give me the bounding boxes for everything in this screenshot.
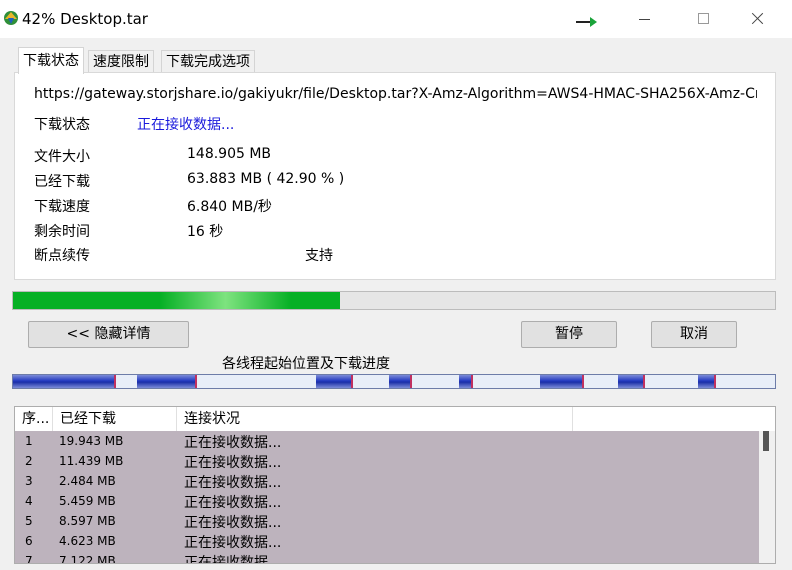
thread-segment-end-marker: [113, 375, 116, 388]
thread-segment-end-marker: [642, 375, 645, 388]
thread-segment-end-marker: [713, 375, 716, 388]
list-rows: 1 19.943 MB 正在接收数据... 2 11.439 MB 正在接收数据…: [15, 431, 759, 563]
thread-segment: [388, 375, 413, 388]
table-row[interactable]: 1 19.943 MB 正在接收数据...: [15, 431, 759, 451]
row-status: 正在接收数据...: [184, 435, 282, 451]
thread-segment: [618, 375, 645, 388]
row-downloaded: 8.597 MB: [59, 514, 116, 528]
resume-value: 支持: [305, 248, 333, 264]
speed-value: 6.840 MB/秒: [187, 199, 272, 215]
row-status: 正在接收数据...: [184, 555, 282, 564]
file-size-value: 148.905 MB: [187, 146, 272, 162]
thread-segment-end-marker: [350, 375, 353, 388]
speed-label: 下载速度: [34, 199, 90, 215]
row-number: 3: [25, 474, 33, 488]
row-status: 正在接收数据...: [184, 515, 282, 531]
row-number: 4: [25, 494, 33, 508]
remaining-time-value: 16 秒: [187, 224, 224, 240]
download-url: https://gateway.storjshare.io/gakiyukr/f…: [34, 86, 757, 102]
remaining-time-label: 剩余时间: [34, 224, 90, 240]
maximize-icon[interactable]: [682, 0, 728, 38]
scrollbar-thumb[interactable]: [763, 431, 769, 451]
row-status: 正在接收数据...: [184, 475, 282, 491]
hide-details-button[interactable]: << 隐藏详情: [28, 321, 189, 348]
row-status: 正在接收数据...: [184, 535, 282, 551]
column-header-downloaded[interactable]: 已经下载: [53, 407, 177, 431]
thread-segment-end-marker: [194, 375, 197, 388]
table-row[interactable]: 2 11.439 MB 正在接收数据...: [15, 451, 759, 471]
downloaded-label: 已经下载: [34, 174, 90, 190]
minimize-icon[interactable]: [626, 0, 672, 38]
download-progress-bar: [12, 291, 776, 310]
thread-segment-end-marker: [581, 375, 584, 388]
table-row[interactable]: 4 5.459 MB 正在接收数据...: [15, 491, 759, 511]
window-title: 42% Desktop.tar: [22, 10, 148, 28]
tab-completion-options[interactable]: 下载完成选项: [161, 50, 255, 73]
table-row[interactable]: 3 2.484 MB 正在接收数据...: [15, 471, 759, 491]
row-number: 2: [25, 454, 33, 468]
thread-segment-end-marker: [471, 375, 474, 388]
thread-segment-end-marker: [410, 375, 413, 388]
table-row[interactable]: 6 4.623 MB 正在接收数据...: [15, 531, 759, 551]
thread-progress-bar: [12, 374, 776, 389]
pause-button[interactable]: 暂停: [521, 321, 617, 348]
thread-segment: [137, 375, 197, 388]
connection-list: 序... 已经下载 连接状况 1 19.943 MB 正在接收数据... 2 1…: [14, 406, 776, 564]
thread-segment: [316, 375, 353, 388]
vertical-scrollbar[interactable]: [759, 431, 775, 563]
row-downloaded: 19.943 MB: [59, 434, 124, 448]
row-downloaded: 7.122 MB: [59, 554, 116, 564]
threads-caption: 各线程起始位置及下载进度: [222, 356, 390, 372]
idm-globe-icon[interactable]: [2, 9, 20, 27]
table-row[interactable]: 5 8.597 MB 正在接收数据...: [15, 511, 759, 531]
tab-download-status[interactable]: 下载状态: [18, 47, 84, 74]
row-downloaded: 11.439 MB: [59, 454, 124, 468]
download-info-panel: https://gateway.storjshare.io/gakiyukr/f…: [14, 72, 776, 280]
close-icon[interactable]: [740, 0, 786, 38]
row-status: 正在接收数据...: [184, 455, 282, 471]
file-size-label: 文件大小: [34, 149, 90, 165]
list-header: 序... 已经下载 连接状况: [15, 407, 775, 431]
row-status: 正在接收数据...: [184, 495, 282, 511]
thread-segment: [539, 375, 584, 388]
title-bar: 42% Desktop.tar: [0, 0, 792, 38]
row-number: 6: [25, 534, 33, 548]
tab-speed-limit[interactable]: 速度限制: [88, 50, 154, 73]
resume-label: 断点续传: [34, 248, 90, 264]
progress-fill: [13, 292, 340, 309]
row-downloaded: 2.484 MB: [59, 474, 116, 488]
status-label: 下载状态: [34, 117, 90, 133]
table-row[interactable]: 7 7.122 MB 正在接收数据...: [15, 551, 759, 564]
column-header-empty[interactable]: [573, 407, 775, 431]
row-number: 1: [25, 434, 33, 448]
row-number: 7: [25, 554, 33, 564]
status-value: 正在接收数据...: [137, 117, 235, 133]
thread-segment: [13, 375, 116, 388]
row-number: 5: [25, 514, 33, 528]
green-arrow-icon: [576, 17, 597, 27]
downloaded-value: 63.883 MB ( 42.90 % ): [187, 171, 345, 187]
row-downloaded: 5.459 MB: [59, 494, 116, 508]
cancel-button[interactable]: 取消: [651, 321, 737, 348]
column-header-number[interactable]: 序...: [15, 407, 53, 431]
column-header-connection-status[interactable]: 连接状况: [177, 407, 573, 431]
row-downloaded: 4.623 MB: [59, 534, 116, 548]
